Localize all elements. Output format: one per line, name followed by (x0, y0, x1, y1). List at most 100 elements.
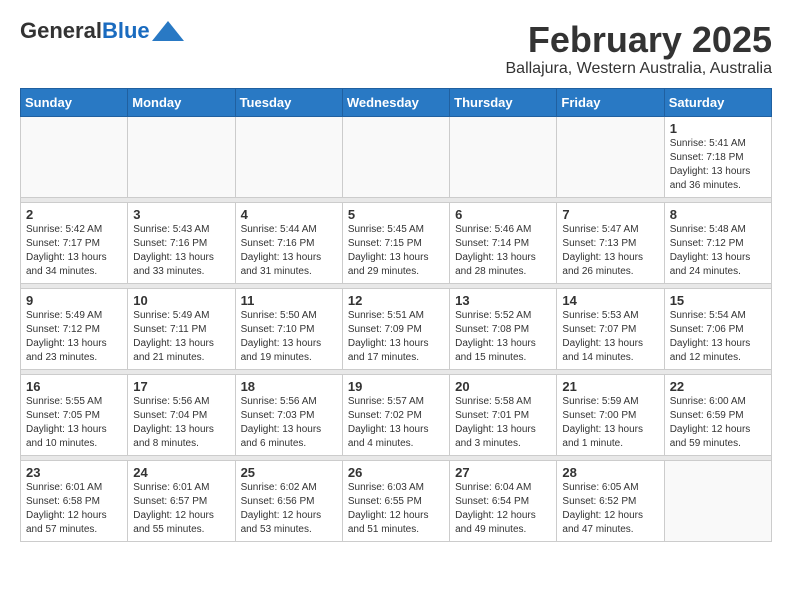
calendar-day-cell: 27Sunrise: 6:04 AM Sunset: 6:54 PM Dayli… (450, 460, 557, 541)
calendar-day-cell: 7Sunrise: 5:47 AM Sunset: 7:13 PM Daylig… (557, 202, 664, 283)
day-info: Sunrise: 5:41 AM Sunset: 7:18 PM Dayligh… (670, 137, 766, 193)
day-number: 7 (562, 207, 658, 222)
calendar-day-cell: 15Sunrise: 5:54 AM Sunset: 7:06 PM Dayli… (664, 288, 771, 369)
day-info: Sunrise: 5:47 AM Sunset: 7:13 PM Dayligh… (562, 223, 658, 279)
calendar-header-row: SundayMondayTuesdayWednesdayThursdayFrid… (21, 88, 772, 116)
day-number: 24 (133, 465, 229, 480)
day-number: 4 (241, 207, 337, 222)
day-number: 12 (348, 293, 444, 308)
day-info: Sunrise: 6:03 AM Sunset: 6:55 PM Dayligh… (348, 481, 444, 537)
calendar-day-cell (128, 116, 235, 197)
day-info: Sunrise: 5:42 AM Sunset: 7:17 PM Dayligh… (26, 223, 122, 279)
day-info: Sunrise: 5:57 AM Sunset: 7:02 PM Dayligh… (348, 395, 444, 451)
calendar-day-cell: 24Sunrise: 6:01 AM Sunset: 6:57 PM Dayli… (128, 460, 235, 541)
calendar-week-row: 23Sunrise: 6:01 AM Sunset: 6:58 PM Dayli… (21, 460, 772, 541)
day-number: 18 (241, 379, 337, 394)
weekday-header: Monday (128, 88, 235, 116)
day-info: Sunrise: 5:51 AM Sunset: 7:09 PM Dayligh… (348, 309, 444, 365)
day-number: 11 (241, 293, 337, 308)
day-info: Sunrise: 6:05 AM Sunset: 6:52 PM Dayligh… (562, 481, 658, 537)
day-number: 13 (455, 293, 551, 308)
day-info: Sunrise: 5:45 AM Sunset: 7:15 PM Dayligh… (348, 223, 444, 279)
title-area: February 2025 Ballajura, Western Austral… (506, 20, 773, 78)
calendar-day-cell: 10Sunrise: 5:49 AM Sunset: 7:11 PM Dayli… (128, 288, 235, 369)
day-info: Sunrise: 5:50 AM Sunset: 7:10 PM Dayligh… (241, 309, 337, 365)
day-info: Sunrise: 5:53 AM Sunset: 7:07 PM Dayligh… (562, 309, 658, 365)
day-number: 1 (670, 121, 766, 136)
day-info: Sunrise: 6:00 AM Sunset: 6:59 PM Dayligh… (670, 395, 766, 451)
weekday-header: Friday (557, 88, 664, 116)
calendar-subtitle: Ballajura, Western Australia, Australia (506, 60, 773, 78)
calendar-day-cell (235, 116, 342, 197)
day-info: Sunrise: 5:58 AM Sunset: 7:01 PM Dayligh… (455, 395, 551, 451)
calendar-day-cell: 25Sunrise: 6:02 AM Sunset: 6:56 PM Dayli… (235, 460, 342, 541)
calendar-week-row: 1Sunrise: 5:41 AM Sunset: 7:18 PM Daylig… (21, 116, 772, 197)
calendar-day-cell: 18Sunrise: 5:56 AM Sunset: 7:03 PM Dayli… (235, 374, 342, 455)
calendar-day-cell: 20Sunrise: 5:58 AM Sunset: 7:01 PM Dayli… (450, 374, 557, 455)
calendar-day-cell: 2Sunrise: 5:42 AM Sunset: 7:17 PM Daylig… (21, 202, 128, 283)
calendar-day-cell: 4Sunrise: 5:44 AM Sunset: 7:16 PM Daylig… (235, 202, 342, 283)
calendar-day-cell (21, 116, 128, 197)
calendar-week-row: 2Sunrise: 5:42 AM Sunset: 7:17 PM Daylig… (21, 202, 772, 283)
day-number: 16 (26, 379, 122, 394)
day-number: 15 (670, 293, 766, 308)
day-info: Sunrise: 5:54 AM Sunset: 7:06 PM Dayligh… (670, 309, 766, 365)
day-info: Sunrise: 6:01 AM Sunset: 6:58 PM Dayligh… (26, 481, 122, 537)
calendar-day-cell: 1Sunrise: 5:41 AM Sunset: 7:18 PM Daylig… (664, 116, 771, 197)
calendar-day-cell: 17Sunrise: 5:56 AM Sunset: 7:04 PM Dayli… (128, 374, 235, 455)
day-number: 10 (133, 293, 229, 308)
logo: GeneralBlue (20, 20, 184, 42)
day-info: Sunrise: 6:04 AM Sunset: 6:54 PM Dayligh… (455, 481, 551, 537)
day-number: 14 (562, 293, 658, 308)
calendar-day-cell: 14Sunrise: 5:53 AM Sunset: 7:07 PM Dayli… (557, 288, 664, 369)
calendar-day-cell: 9Sunrise: 5:49 AM Sunset: 7:12 PM Daylig… (21, 288, 128, 369)
day-number: 5 (348, 207, 444, 222)
day-info: Sunrise: 5:43 AM Sunset: 7:16 PM Dayligh… (133, 223, 229, 279)
day-number: 21 (562, 379, 658, 394)
day-info: Sunrise: 5:52 AM Sunset: 7:08 PM Dayligh… (455, 309, 551, 365)
calendar-day-cell (664, 460, 771, 541)
weekday-header: Wednesday (342, 88, 449, 116)
calendar-day-cell: 13Sunrise: 5:52 AM Sunset: 7:08 PM Dayli… (450, 288, 557, 369)
calendar-day-cell: 28Sunrise: 6:05 AM Sunset: 6:52 PM Dayli… (557, 460, 664, 541)
day-number: 2 (26, 207, 122, 222)
logo-icon (152, 21, 184, 41)
day-info: Sunrise: 5:56 AM Sunset: 7:03 PM Dayligh… (241, 395, 337, 451)
day-info: Sunrise: 6:02 AM Sunset: 6:56 PM Dayligh… (241, 481, 337, 537)
calendar-title: February 2025 (506, 20, 773, 60)
day-info: Sunrise: 5:48 AM Sunset: 7:12 PM Dayligh… (670, 223, 766, 279)
day-number: 27 (455, 465, 551, 480)
weekday-header: Thursday (450, 88, 557, 116)
day-number: 19 (348, 379, 444, 394)
calendar-day-cell: 22Sunrise: 6:00 AM Sunset: 6:59 PM Dayli… (664, 374, 771, 455)
calendar-day-cell: 5Sunrise: 5:45 AM Sunset: 7:15 PM Daylig… (342, 202, 449, 283)
day-number: 28 (562, 465, 658, 480)
day-number: 25 (241, 465, 337, 480)
day-number: 26 (348, 465, 444, 480)
calendar-day-cell: 21Sunrise: 5:59 AM Sunset: 7:00 PM Dayli… (557, 374, 664, 455)
calendar-day-cell (557, 116, 664, 197)
weekday-header: Sunday (21, 88, 128, 116)
day-info: Sunrise: 5:44 AM Sunset: 7:16 PM Dayligh… (241, 223, 337, 279)
calendar-day-cell: 16Sunrise: 5:55 AM Sunset: 7:05 PM Dayli… (21, 374, 128, 455)
day-number: 9 (26, 293, 122, 308)
day-info: Sunrise: 6:01 AM Sunset: 6:57 PM Dayligh… (133, 481, 229, 537)
day-info: Sunrise: 5:59 AM Sunset: 7:00 PM Dayligh… (562, 395, 658, 451)
day-number: 3 (133, 207, 229, 222)
calendar-header: GeneralBlue February 2025 Ballajura, Wes… (20, 20, 772, 78)
day-info: Sunrise: 5:49 AM Sunset: 7:12 PM Dayligh… (26, 309, 122, 365)
calendar-day-cell: 19Sunrise: 5:57 AM Sunset: 7:02 PM Dayli… (342, 374, 449, 455)
calendar-week-row: 16Sunrise: 5:55 AM Sunset: 7:05 PM Dayli… (21, 374, 772, 455)
day-info: Sunrise: 5:46 AM Sunset: 7:14 PM Dayligh… (455, 223, 551, 279)
weekday-header: Tuesday (235, 88, 342, 116)
calendar-table: SundayMondayTuesdayWednesdayThursdayFrid… (20, 88, 772, 542)
calendar-week-row: 9Sunrise: 5:49 AM Sunset: 7:12 PM Daylig… (21, 288, 772, 369)
calendar-day-cell: 6Sunrise: 5:46 AM Sunset: 7:14 PM Daylig… (450, 202, 557, 283)
calendar-day-cell: 23Sunrise: 6:01 AM Sunset: 6:58 PM Dayli… (21, 460, 128, 541)
day-number: 6 (455, 207, 551, 222)
day-info: Sunrise: 5:56 AM Sunset: 7:04 PM Dayligh… (133, 395, 229, 451)
calendar-day-cell: 11Sunrise: 5:50 AM Sunset: 7:10 PM Dayli… (235, 288, 342, 369)
weekday-header: Saturday (664, 88, 771, 116)
calendar-day-cell (450, 116, 557, 197)
day-number: 20 (455, 379, 551, 394)
